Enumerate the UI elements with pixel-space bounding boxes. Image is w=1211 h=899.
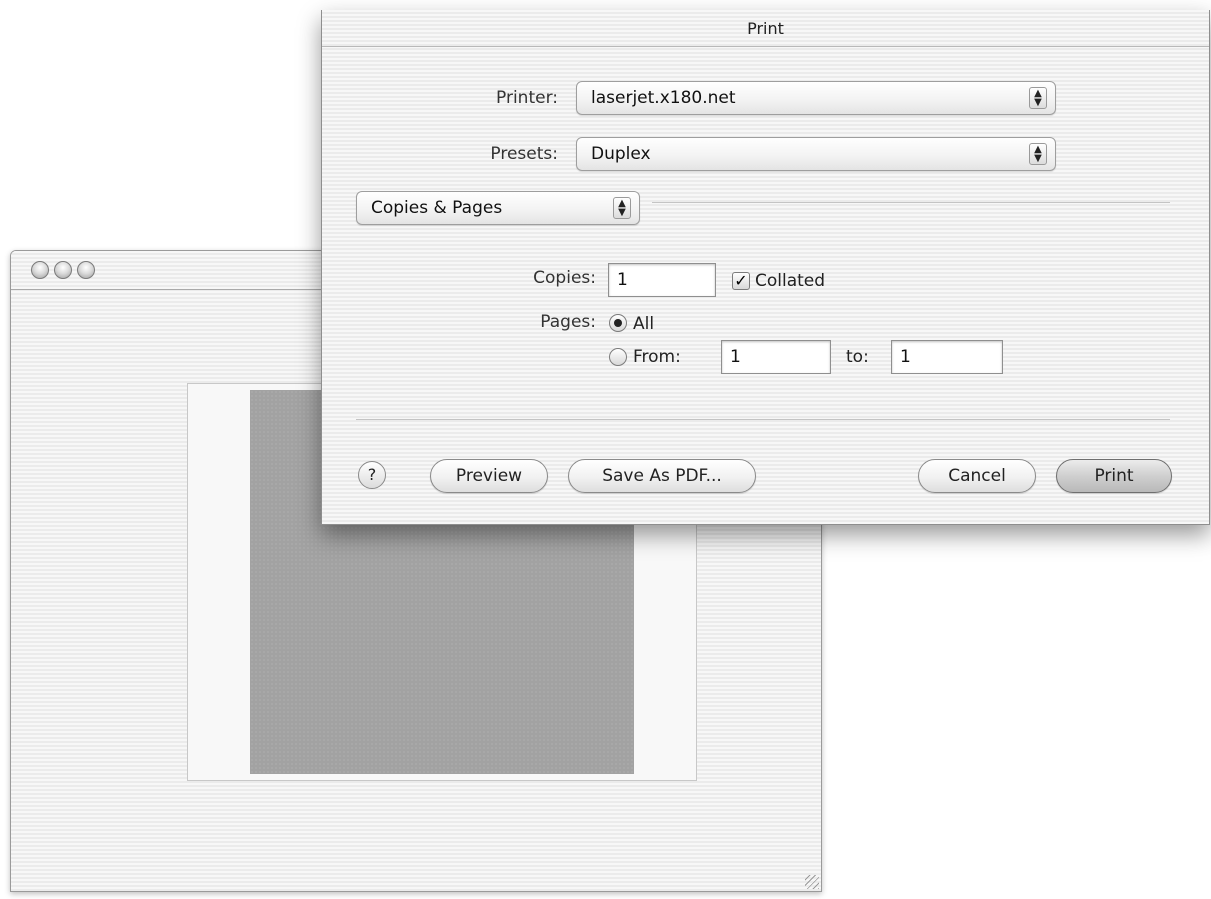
pages-to-label: to: <box>846 347 869 367</box>
panel-separator <box>652 202 1170 203</box>
pages-all-radio[interactable] <box>609 314 627 332</box>
cancel-button[interactable]: Cancel <box>918 459 1036 493</box>
presets-value: Duplex <box>591 144 651 164</box>
minimize-window-button[interactable] <box>54 261 72 279</box>
printer-label: Printer: <box>496 88 558 108</box>
dialog-title: Print <box>322 10 1209 47</box>
pages-to-field[interactable]: 1 <box>891 340 1003 374</box>
printer-popup[interactable]: laserjet.x180.net ▲ ▼ <box>576 81 1056 115</box>
collated-label: Collated <box>755 271 826 291</box>
close-window-button[interactable] <box>31 261 49 279</box>
buttons-separator <box>356 419 1170 420</box>
panel-selector-popup[interactable]: Copies & Pages ▲ ▼ <box>356 191 640 225</box>
panel-selector-value: Copies & Pages <box>371 198 503 218</box>
printer-value: laserjet.x180.net <box>591 88 736 108</box>
pages-label: Pages: <box>540 312 596 332</box>
print-button[interactable]: Print <box>1056 459 1172 493</box>
help-button[interactable]: ? <box>358 461 386 489</box>
resize-grip-icon[interactable] <box>805 875 819 889</box>
popup-arrows-icon: ▲ ▼ <box>1029 143 1047 165</box>
zoom-window-button[interactable] <box>77 261 95 279</box>
presets-popup[interactable]: Duplex ▲ ▼ <box>576 137 1056 171</box>
pages-all-label: All <box>633 314 655 334</box>
popup-arrows-icon: ▲ ▼ <box>613 197 631 219</box>
presets-label: Presets: <box>490 144 558 164</box>
print-dialog: Print Printer: laserjet.x180.net ▲ ▼ Pres… <box>321 10 1210 525</box>
collated-checkbox[interactable]: ✓ <box>732 272 750 290</box>
radio-selected-dot <box>614 319 622 327</box>
popup-arrows-icon: ▲ ▼ <box>1029 87 1047 109</box>
pages-from-label: From: <box>633 347 681 367</box>
copies-label: Copies: <box>533 268 596 288</box>
preview-button[interactable]: Preview <box>430 459 548 493</box>
save-as-pdf-button[interactable]: Save As PDF... <box>568 459 756 493</box>
pages-from-field[interactable]: 1 <box>721 340 831 374</box>
copies-field[interactable]: 1 <box>608 263 716 297</box>
pages-from-radio[interactable] <box>609 348 627 366</box>
